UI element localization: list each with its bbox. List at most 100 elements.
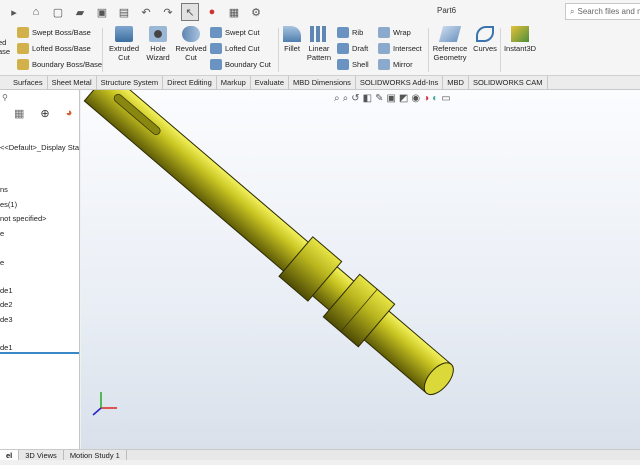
quick-access-toolbar: ▸ ⌂ ▢ ▰ ▣ ▤ ↶ ↷ ↖ ● ▦ ⚙ Part6 ⌕ Search f… <box>0 0 640 24</box>
new-document-icon[interactable]: ▢ <box>50 4 66 20</box>
mirror-button[interactable]: Mirror <box>378 59 413 70</box>
traffic-light-icon[interactable]: ● <box>204 4 220 20</box>
tab-structure-system[interactable]: Structure System <box>97 76 164 90</box>
curves-button[interactable]: Curves <box>471 26 499 53</box>
tree-item-annotations[interactable]: ns <box>0 185 8 194</box>
print-icon[interactable]: ▤ <box>116 4 132 20</box>
search-icon: ⌕ <box>570 6 575 16</box>
panel-tab-icons: ▦ ⊕ ◕ <box>0 106 79 120</box>
ribbon-separator <box>102 28 103 72</box>
swept-boss-button[interactable]: Swept Boss/Base <box>17 27 91 38</box>
undo-icon[interactable]: ↶ <box>138 4 154 20</box>
redo-icon[interactable]: ↷ <box>160 4 176 20</box>
boundary-boss-icon <box>17 59 29 70</box>
mirror-icon <box>378 59 390 70</box>
rebuild-icon[interactable]: ▦ <box>226 4 242 20</box>
graphics-viewport[interactable]: ⌕ ⌕ ↺ ◧ ✎ ▣ ◩ ◉ ◑ ◐ ▭ <box>81 90 640 453</box>
swept-boss-icon <box>17 27 29 38</box>
lofted-cut-icon <box>210 43 222 54</box>
linear-pattern-icon <box>310 26 328 42</box>
boundary-boss-button[interactable]: Boundary Boss/Base <box>17 59 102 70</box>
tree-item-revolve3[interactable]: de3 <box>0 315 13 324</box>
tab-3d-views[interactable]: 3D Views <box>19 450 64 460</box>
ribbon-separator <box>428 28 429 72</box>
bottom-tab-strip: el 3D Views Motion Study 1 <box>0 449 640 460</box>
tab-sheet-metal[interactable]: Sheet Metal <box>48 76 97 90</box>
draft-button[interactable]: Draft <box>337 43 368 54</box>
revolved-cut-button[interactable]: Revolved Cut <box>174 26 208 62</box>
ribbon-separator <box>500 28 501 72</box>
select-pointer-icon[interactable]: ↖ <box>181 3 199 21</box>
tree-item-material[interactable]: not specified> <box>0 214 47 223</box>
configuration-manager-icon[interactable]: ⊕ <box>40 107 49 120</box>
tab-markup[interactable]: Markup <box>217 76 251 90</box>
document-title: Part6 <box>437 6 457 15</box>
search-placeholder: Search files and models <box>577 7 640 16</box>
tab-motion-study-1[interactable]: Motion Study 1 <box>64 450 127 460</box>
search-box[interactable]: ⌕ Search files and models <box>565 3 640 20</box>
rib-icon <box>337 27 349 38</box>
lofted-cut-button[interactable]: Lofted Cut <box>210 43 260 54</box>
extruded-cut-icon <box>115 26 133 42</box>
tab-model[interactable]: el <box>0 450 20 460</box>
filter-icon[interactable]: ⚲ <box>2 93 8 102</box>
tree-item-front-plane[interactable]: e <box>0 229 4 238</box>
tree-item-extrude1[interactable]: de1 <box>0 343 13 352</box>
tab-mbd[interactable]: MBD <box>443 76 469 90</box>
intersect-button[interactable]: Intersect <box>378 43 422 54</box>
shell-button[interactable]: Shell <box>337 59 369 70</box>
shaft-part-model[interactable] <box>81 90 640 453</box>
command-manager-tabs: Surfaces Sheet Metal Structure System Di… <box>0 75 640 90</box>
tab-mbd-dimensions[interactable]: MBD Dimensions <box>289 76 356 90</box>
fillet-icon <box>283 26 301 42</box>
swept-cut-button[interactable]: Swept Cut <box>210 27 260 38</box>
tab-solidworks-add-ins[interactable]: SOLIDWORKS Add-Ins <box>356 76 444 90</box>
revolved-cut-icon <box>182 26 200 42</box>
boundary-cut-button[interactable]: Boundary Cut <box>210 59 271 70</box>
fillet-button[interactable]: Fillet <box>281 26 303 53</box>
tab-solidworks-cam[interactable]: SOLIDWORKS CAM <box>469 76 548 90</box>
wrap-icon <box>378 27 390 38</box>
triad-axis-indicator <box>92 392 117 416</box>
status-bar <box>0 460 640 465</box>
instant3d-icon <box>511 26 529 42</box>
tree-item-right-plane[interactable]: e <box>0 258 4 267</box>
property-manager-icon[interactable]: ▦ <box>14 107 24 120</box>
options-gear-icon[interactable]: ⚙ <box>248 4 264 20</box>
instant3d-button[interactable]: Instant3D <box>502 26 538 53</box>
tree-item-revolve1[interactable]: de1 <box>0 286 13 295</box>
tab-evaluate[interactable]: Evaluate <box>251 76 289 90</box>
save-icon[interactable]: ▣ <box>94 4 110 20</box>
ribbon-separator <box>278 28 279 72</box>
reference-geometry-icon <box>438 26 462 42</box>
tree-item-display-state[interactable]: <<Default>_Display Sta <box>0 143 79 152</box>
tree-item-solid-bodies[interactable]: es(1) <box>0 200 17 209</box>
extruded-boss-button[interactable]: ed ase <box>0 38 10 56</box>
hole-wizard-button[interactable]: Hole Wizard <box>144 26 172 62</box>
wrap-button[interactable]: Wrap <box>378 27 411 38</box>
lofted-boss-icon <box>17 43 29 54</box>
rib-button[interactable]: Rib <box>337 27 363 38</box>
intersect-icon <box>378 43 390 54</box>
linear-pattern-button[interactable]: Linear Pattern <box>305 26 333 62</box>
hole-wizard-icon <box>149 26 167 42</box>
feature-manager-panel: ⚲ ▦ ⊕ ◕ <<Default>_Display Sta ns es(1) … <box>0 90 80 453</box>
reference-geometry-button[interactable]: Reference Geometry <box>430 26 470 62</box>
swept-cut-icon <box>210 27 222 38</box>
solidworks-menu-arrow-icon[interactable]: ▸ <box>6 4 22 20</box>
home-icon[interactable]: ⌂ <box>28 4 44 20</box>
lofted-boss-button[interactable]: Lofted Boss/Base <box>17 43 91 54</box>
tree-item-revolve2[interactable]: de2 <box>0 300 13 309</box>
command-manager-ribbon: ed ase Swept Boss/Base Lofted Boss/Base … <box>0 24 640 75</box>
shell-icon <box>337 59 349 70</box>
curves-icon <box>476 26 494 42</box>
panel-splitter[interactable] <box>0 352 79 354</box>
draft-icon <box>337 43 349 54</box>
tab-direct-editing[interactable]: Direct Editing <box>163 76 217 90</box>
shaft-body <box>83 90 452 394</box>
extruded-cut-button[interactable]: Extruded Cut <box>106 26 142 62</box>
open-folder-icon[interactable]: ▰ <box>72 4 88 20</box>
tab-surfaces[interactable]: Surfaces <box>0 76 48 90</box>
display-manager-icon[interactable]: ◕ <box>66 107 73 119</box>
boundary-cut-icon <box>210 59 222 70</box>
